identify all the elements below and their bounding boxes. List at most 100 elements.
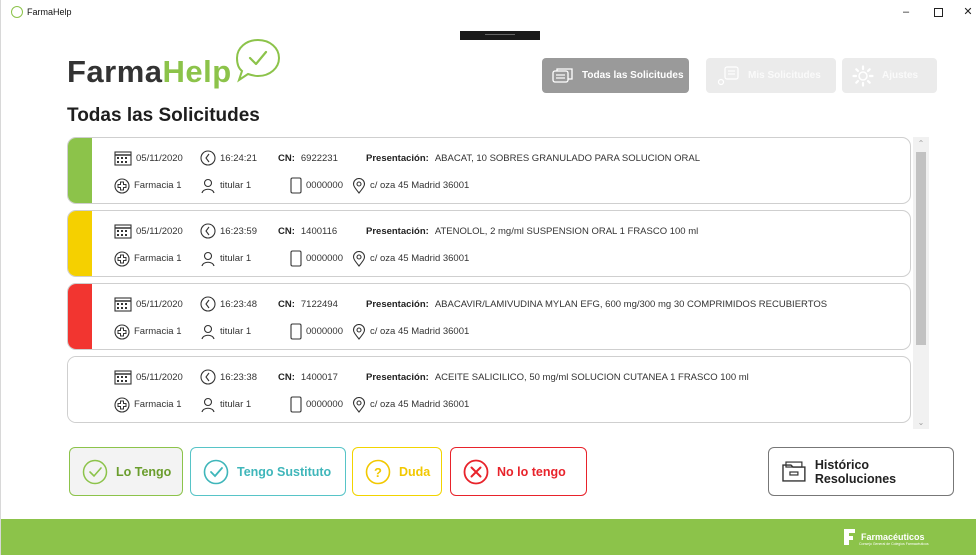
- lo-tengo-label: Lo Tengo: [116, 464, 172, 479]
- request-date: 05/11/2020: [136, 371, 183, 383]
- request-row-secondary: Farmacia 1 titular 1 0000000 c/ oza 45 M…: [114, 323, 469, 340]
- user-icon: [201, 324, 215, 339]
- no-lo-tengo-label: No lo tengo: [497, 464, 566, 479]
- request-cn: 7122494: [300, 298, 338, 310]
- status-stripe: [68, 357, 92, 422]
- scroll-up-icon[interactable]: ⌃: [913, 139, 929, 148]
- title-bar[interactable]: FarmaHelp – ✕: [1, 0, 976, 40]
- request-farmacia: Farmacia 1: [134, 326, 182, 337]
- clock-icon: [200, 369, 216, 385]
- my-requests-icon: [717, 65, 739, 85]
- presentacion-label: Presentación:: [366, 371, 429, 383]
- request-presentacion: ATENOLOL, 2 mg/ml SUSPENSION ORAL 1 FRAS…: [434, 225, 699, 237]
- scrollbar-thumb[interactable]: [916, 152, 926, 345]
- svg-text:?: ?: [374, 465, 382, 480]
- request-row-primary: 05/11/2020 16:23:38 CN: 1400017 Presenta…: [114, 369, 749, 385]
- x-circle-icon: [463, 459, 489, 484]
- request-cn: 1400017: [300, 371, 338, 383]
- request-phone: 0000000: [306, 180, 343, 191]
- request-date: 05/11/2020: [136, 298, 183, 310]
- calendar-icon: [114, 297, 132, 312]
- request-time: 16:23:38: [220, 371, 257, 383]
- messages-icon: [552, 67, 573, 83]
- request-titular: titular 1: [220, 253, 252, 264]
- drag-handle[interactable]: [460, 31, 540, 40]
- status-stripe: [68, 138, 92, 203]
- speech-bubble-check-icon: [235, 38, 281, 83]
- tab-todas-solicitudes-label: Todas las Solicitudes: [582, 70, 684, 81]
- historico-label: Histórico Resoluciones: [814, 457, 897, 486]
- request-phone: 0000000: [306, 326, 343, 337]
- brand-sub: Consejo General de Colegios Farmacéutico…: [859, 542, 929, 546]
- logo-text-help: Help: [162, 54, 232, 89]
- mobile-phone-icon: [290, 396, 302, 413]
- clock-icon: [200, 150, 216, 166]
- location-pin-icon: [352, 250, 366, 267]
- request-time: 16:23:59: [220, 225, 257, 237]
- no-lo-tengo-button[interactable]: No lo tengo: [450, 447, 587, 496]
- lo-tengo-button[interactable]: Lo Tengo: [69, 447, 183, 496]
- request-row-primary: 05/11/2020 16:23:59 CN: 1400116 Presenta…: [114, 223, 698, 239]
- request-farmacia: Farmacia 1: [134, 253, 182, 264]
- request-card[interactable]: 05/11/2020 16:24:21 CN: 6922231 Presenta…: [67, 137, 911, 204]
- scroll-down-icon[interactable]: ⌄: [913, 418, 929, 427]
- request-presentacion: ABACAVIR/LAMIVUDINA MYLAN EFG, 600 mg/30…: [434, 298, 828, 310]
- location-pin-icon: [352, 323, 366, 340]
- request-card[interactable]: 05/11/2020 16:23:38 CN: 1400017 Presenta…: [67, 356, 911, 423]
- request-row-secondary: Farmacia 1 titular 1 0000000 c/ oza 45 M…: [114, 177, 469, 194]
- request-card[interactable]: 05/11/2020 16:23:59 CN: 1400116 Presenta…: [67, 210, 911, 277]
- tengo-sustituto-button[interactable]: Tengo Sustituto: [190, 447, 346, 496]
- cn-label: CN:: [278, 225, 295, 237]
- request-address: c/ oza 45 Madrid 36001: [370, 253, 470, 264]
- scrollbar[interactable]: ⌃ ⌄: [913, 137, 929, 429]
- request-titular: titular 1: [220, 399, 252, 410]
- location-pin-icon: [352, 396, 366, 413]
- clock-icon: [200, 296, 216, 312]
- duda-button[interactable]: ? Duda: [352, 447, 442, 496]
- request-address: c/ oza 45 Madrid 36001: [370, 180, 470, 191]
- question-circle-icon: ?: [365, 459, 391, 484]
- footer: Farmacéuticos Consejo General de Colegio…: [1, 519, 976, 555]
- close-button[interactable]: ✕: [962, 6, 974, 18]
- request-address: c/ oza 45 Madrid 36001: [370, 399, 470, 410]
- request-time: 16:24:21: [220, 152, 257, 164]
- duda-label: Duda: [399, 464, 431, 479]
- request-titular: titular 1: [220, 180, 252, 191]
- maximize-button[interactable]: [932, 6, 944, 18]
- pharmacy-cross-icon: [114, 250, 130, 267]
- cn-label: CN:: [278, 298, 295, 310]
- mobile-phone-icon: [290, 323, 302, 340]
- presentacion-label: Presentación:: [366, 298, 429, 310]
- requests-list[interactable]: 05/11/2020 16:24:21 CN: 6922231 Presenta…: [67, 137, 911, 427]
- historico-resoluciones-button[interactable]: Histórico Resoluciones: [768, 447, 954, 496]
- request-date: 05/11/2020: [136, 152, 183, 164]
- tab-todas-solicitudes[interactable]: Todas las Solicitudes: [542, 58, 689, 93]
- tab-ajustes[interactable]: Ajustes: [842, 58, 937, 93]
- user-icon: [201, 178, 215, 193]
- gear-icon: [852, 64, 874, 87]
- minimize-button[interactable]: –: [900, 6, 912, 18]
- tab-mis-solicitudes[interactable]: Mis Solicitudes: [706, 58, 836, 93]
- clock-icon: [200, 223, 216, 239]
- request-row-secondary: Farmacia 1 titular 1 0000000 c/ oza 45 M…: [114, 396, 469, 413]
- app-icon: [11, 6, 23, 18]
- request-row-primary: 05/11/2020 16:24:21 CN: 6922231 Presenta…: [114, 150, 700, 166]
- request-phone: 0000000: [306, 253, 343, 264]
- pharmacy-cross-icon: [114, 177, 130, 194]
- page-title: Todas las Solicitudes: [67, 105, 260, 126]
- user-icon: [201, 397, 215, 412]
- window-title: FarmaHelp: [27, 7, 72, 17]
- presentacion-label: Presentación:: [366, 152, 429, 164]
- request-farmacia: Farmacia 1: [134, 399, 182, 410]
- request-time: 16:23:48: [220, 298, 257, 310]
- request-address: c/ oza 45 Madrid 36001: [370, 326, 470, 337]
- calendar-icon: [114, 224, 132, 239]
- tab-mis-solicitudes-label: Mis Solicitudes: [748, 70, 821, 81]
- request-phone: 0000000: [306, 399, 343, 410]
- calendar-icon: [114, 151, 132, 166]
- request-card[interactable]: 05/11/2020 16:23:48 CN: 7122494 Presenta…: [67, 283, 911, 350]
- mobile-phone-icon: [290, 250, 302, 267]
- logo-text: FarmaHelp: [67, 54, 232, 90]
- cn-label: CN:: [278, 152, 295, 164]
- farmaceuticos-logo-icon: [844, 529, 855, 545]
